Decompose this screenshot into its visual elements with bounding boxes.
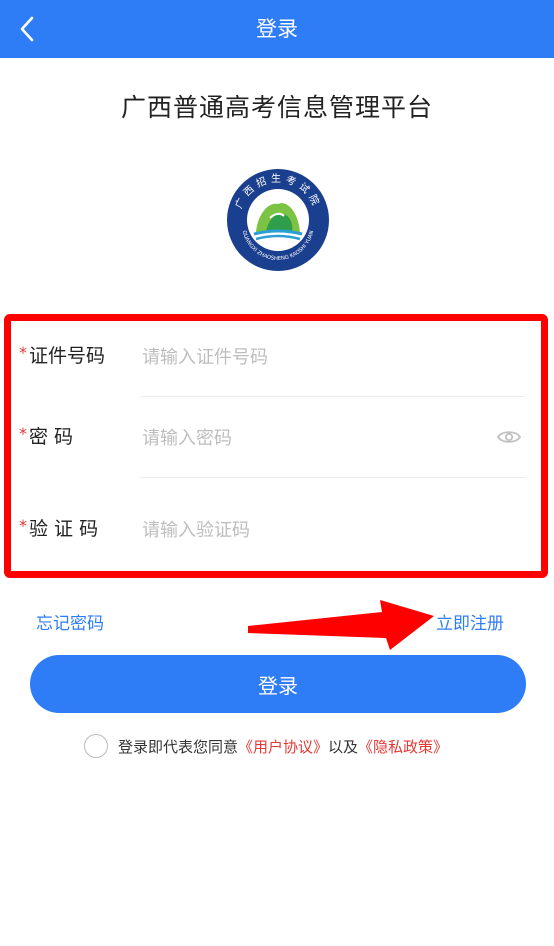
agreement-prefix: 登录即代表您同意 [118,737,239,756]
red-arrow-icon [248,600,434,650]
id-number-label: 证件号码 [29,345,106,367]
required-mark: * [19,343,27,362]
eye-icon [497,431,521,443]
id-number-input[interactable] [140,340,484,374]
privacy-policy-link[interactable]: 《隐私政策》 [358,736,448,757]
forgot-password-link[interactable]: 忘记密码 [36,609,104,634]
password-input[interactable] [140,421,484,455]
nav-bar: 登录 [0,0,554,58]
user-agreement-link[interactable]: 《用户协议》 [238,736,328,757]
login-button[interactable]: 登录 [30,655,526,713]
agreement-row: 登录即代表您同意 《用户协议》 以及 《隐私政策》 [84,733,448,759]
id-number-field: * 证件号码 [19,316,525,396]
agreement-middle: 以及 [328,737,359,756]
captcha-field: * 验 证 码 [19,489,525,569]
divider [140,477,525,478]
agree-checkbox[interactable] [84,734,108,758]
captcha-input[interactable] [140,513,484,547]
exam-institute-logo-icon: 广西招生考试院 GUANGXI ZHAOSHENG KAOSHI YUAN [227,169,329,271]
register-link[interactable]: 立即注册 [436,609,504,634]
required-mark: * [19,516,27,535]
password-field: * 密 码 [19,397,525,477]
required-mark: * [19,424,27,443]
app-title: 广西普通高考信息管理平台 [120,93,433,122]
password-label: 密 码 [29,426,74,448]
toggle-password-visibility-button[interactable] [495,423,523,451]
captcha-label: 验 证 码 [29,518,99,540]
nav-title: 登录 [256,17,298,41]
